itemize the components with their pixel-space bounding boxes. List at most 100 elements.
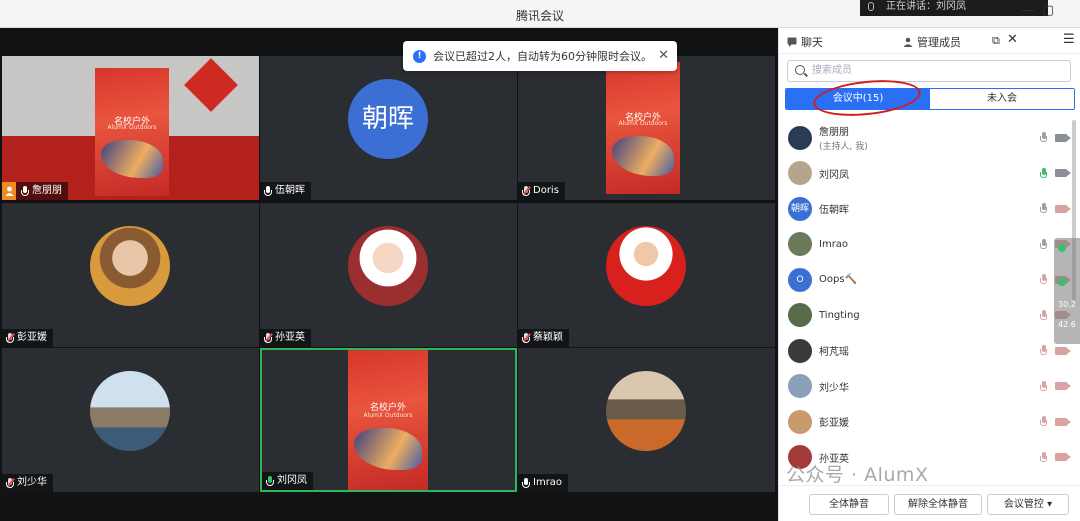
member-search-input[interactable]: 搜索成员 [787,60,1071,82]
restore-icon[interactable]: ▢ [1040,3,1056,19]
video-tile[interactable]: 名校户外 AlumX Outdoors Doris [518,56,775,200]
fu-decoration [184,58,238,112]
member-list: 詹朋朋 (主持人, 我) 刘冈凤 朝晖 伍朝晖 Imrao O Oops🔨 Ti… [779,120,1080,475]
poster-subtitle: AlumX Outdoors [363,411,413,419]
mic-muted-icon[interactable] [1040,451,1047,463]
camera-off-icon[interactable] [1055,453,1071,462]
host-badge-icon [2,182,16,200]
tab-not-joined[interactable]: 未入会 [930,89,1074,109]
tile-namebar: Doris [518,182,565,200]
participant-name: 刘少华 [17,477,47,488]
panel-footer: 全体静音 解除全体静音 会议管控 ▾ [779,485,1080,521]
video-tile[interactable]: 蔡颖颖 [518,203,775,347]
mic-active-icon[interactable] [1040,167,1047,179]
camera-off-icon[interactable] [1055,346,1071,355]
mic-muted-icon [6,332,15,344]
mic-muted-icon[interactable] [1040,345,1047,356]
mic-icon[interactable] [1040,238,1047,250]
mic-icon [264,185,272,197]
avatar [90,371,170,451]
participant-name: 蔡颖颖 [533,332,563,343]
video-tile[interactable]: Imrao [518,348,775,492]
avatar [348,226,428,306]
camera-off-icon[interactable] [1055,417,1071,426]
avatar [606,371,686,451]
avatar [788,161,812,186]
video-tile[interactable]: 朝晖 伍朝晖 [260,56,517,200]
tile-namebar: 刘冈凤 [262,472,313,490]
camera-icon[interactable] [1055,169,1071,178]
video-tile[interactable]: 彭亚媛 [2,203,259,347]
members-panel: 聊天 管理成员 ⧉ ✕ ☰ 搜索成员 会议中(15) 未入会 詹朋朋 (主持人,… [778,28,1080,521]
network-stats-widget[interactable]: 30.2 42.6 [1054,238,1080,344]
member-row[interactable]: Tingting [779,298,1080,334]
avatar: O [788,267,812,292]
member-name: 彭亚媛 [819,418,849,430]
poster-art [100,139,164,179]
tile-namebar: 孙亚英 [260,329,311,347]
mic-muted-icon[interactable] [1040,380,1047,392]
mic-muted-icon[interactable] [1040,416,1047,427]
close-icon[interactable]: ✕ [658,48,669,63]
member-name: Tingting [819,309,860,321]
member-row[interactable]: Imrao [779,227,1080,263]
mic-icon[interactable] [1040,132,1047,143]
video-tile[interactable]: 孙亚英 [260,203,517,347]
member-row[interactable]: 刘少华 [779,369,1080,405]
camera-icon[interactable] [1055,133,1071,142]
member-name: Imrao [819,238,849,250]
members-icon [903,37,913,47]
unmute-all-button[interactable]: 解除全体静音 [894,494,982,515]
member-name: 伍朝晖 [819,205,849,217]
search-placeholder: 搜索成员 [812,65,852,76]
poster-image: 名校户外 AlumX Outdoors [95,68,169,196]
mute-all-button[interactable]: 全体静音 [809,494,889,515]
close-icon[interactable]: ✕ [1007,32,1018,47]
camera-off-icon[interactable] [1055,382,1071,391]
member-row[interactable]: O Oops🔨 [779,262,1080,298]
tile-namebar: 伍朝晖 [260,182,311,200]
poster-art [611,135,675,176]
member-row[interactable]: 彭亚媛 [779,404,1080,440]
member-row[interactable]: 朝晖 伍朝晖 [779,191,1080,227]
menu-icon[interactable]: ☰ [1063,32,1075,47]
meeting-window: 腾讯会议 正在讲话：刘冈凤 — ▢ 名校户外 AlumX Outdoors 詹朋… [0,0,1080,521]
poster-subtitle: AlumX Outdoors [107,124,157,132]
participant-name: Doris [533,185,559,196]
member-row[interactable]: 刘冈凤 [779,156,1080,192]
member-name: 刘少华 [819,382,849,394]
tab-chat[interactable]: 聊天 [787,34,823,50]
poster-subtitle: AlumX Outdoors [618,120,668,128]
avatar [606,226,686,306]
minimize-icon[interactable]: — [1020,3,1036,19]
mic-muted-icon[interactable] [1040,274,1047,285]
camera-off-icon[interactable] [1055,204,1071,213]
mic-muted-icon[interactable] [1040,309,1047,321]
video-tile[interactable]: 名校户外 AlumX Outdoors 詹朋朋 [2,56,259,200]
poster-image: 名校户外 AlumX Outdoors [348,350,428,490]
participant-name: Imrao [533,477,563,488]
tab-chat-label: 聊天 [801,36,823,49]
avatar [788,232,812,257]
tile-namebar: 刘少华 [2,474,53,492]
stat-value: 42.6 [1058,320,1076,329]
red-annotation-circle [811,75,923,121]
search-icon [795,65,805,75]
avatar: 朝晖 [788,196,812,221]
mic-icon [21,185,29,197]
member-name: 柯芃瑶 [819,347,849,359]
tile-namebar: 彭亚媛 [2,329,53,347]
notice-text: 会议已超过2人，自动转为60分钟限时会议。 [433,50,652,63]
video-tile[interactable]: 刘少华 [2,348,259,492]
meeting-control-button[interactable]: 会议管控 ▾ [987,494,1069,515]
status-dot-icon [1058,244,1066,252]
video-tile-active[interactable]: 名校户外 AlumX Outdoors 刘冈凤 [260,348,517,492]
member-role: (主持人, 我) [819,142,868,153]
mic-icon[interactable] [1040,203,1047,214]
member-row[interactable]: 詹朋朋 (主持人, 我) [779,120,1080,156]
avatar [788,303,812,328]
tab-manage-members[interactable]: 管理成员 [903,34,961,50]
member-row[interactable]: 柯芃瑶 [779,333,1080,369]
popout-icon[interactable]: ⧉ [992,34,1000,48]
tile-namebar: Imrao [518,474,569,492]
